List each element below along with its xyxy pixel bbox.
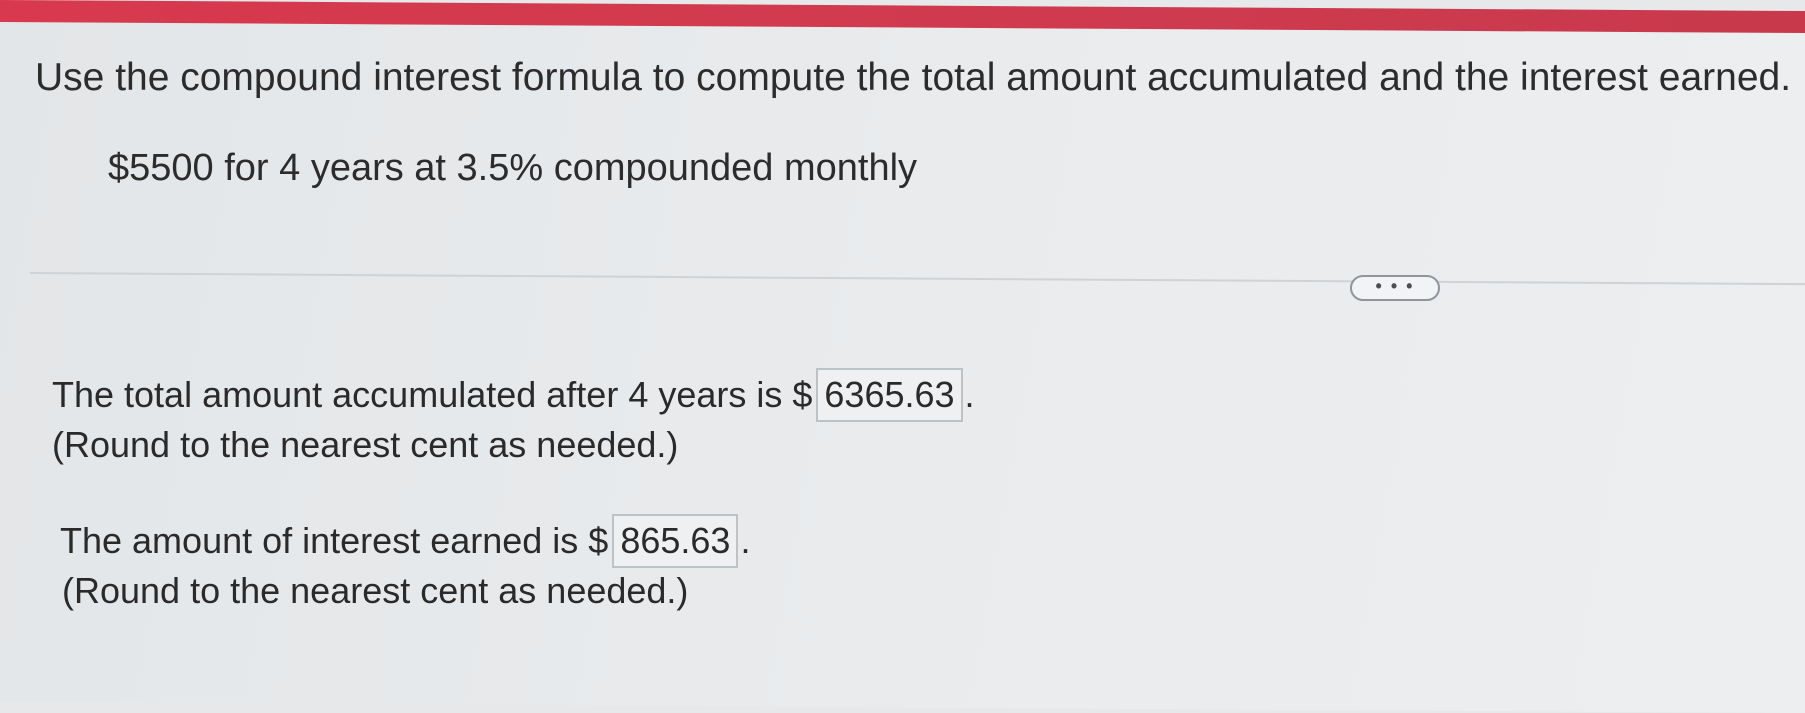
question-prompt: Use the compound interest formula to com… bbox=[35, 56, 1792, 99]
interest-input[interactable]: 865.63 bbox=[612, 514, 739, 568]
interest-label: The amount of interest earned is $ bbox=[60, 520, 609, 561]
interest-rounding-note: (Round to the nearest cent as needed.) bbox=[62, 570, 689, 611]
total-amount-label: The total amount accumulated after 4 yea… bbox=[52, 374, 813, 415]
total-amount-period: . bbox=[964, 374, 975, 415]
total-amount-rounding-note: (Round to the nearest cent as needed.) bbox=[52, 424, 679, 465]
interest-period: . bbox=[740, 520, 751, 561]
total-amount-answer-line: The total amount accumulated after 4 yea… bbox=[52, 368, 975, 422]
interest-answer-line: The amount of interest earned is $ 865.6… bbox=[60, 514, 750, 568]
total-amount-input[interactable]: 6365.63 bbox=[816, 368, 963, 422]
problem-statement: $5500 for 4 years at 3.5% compounded mon… bbox=[108, 147, 918, 189]
more-options-button[interactable]: • • • bbox=[1350, 275, 1440, 301]
